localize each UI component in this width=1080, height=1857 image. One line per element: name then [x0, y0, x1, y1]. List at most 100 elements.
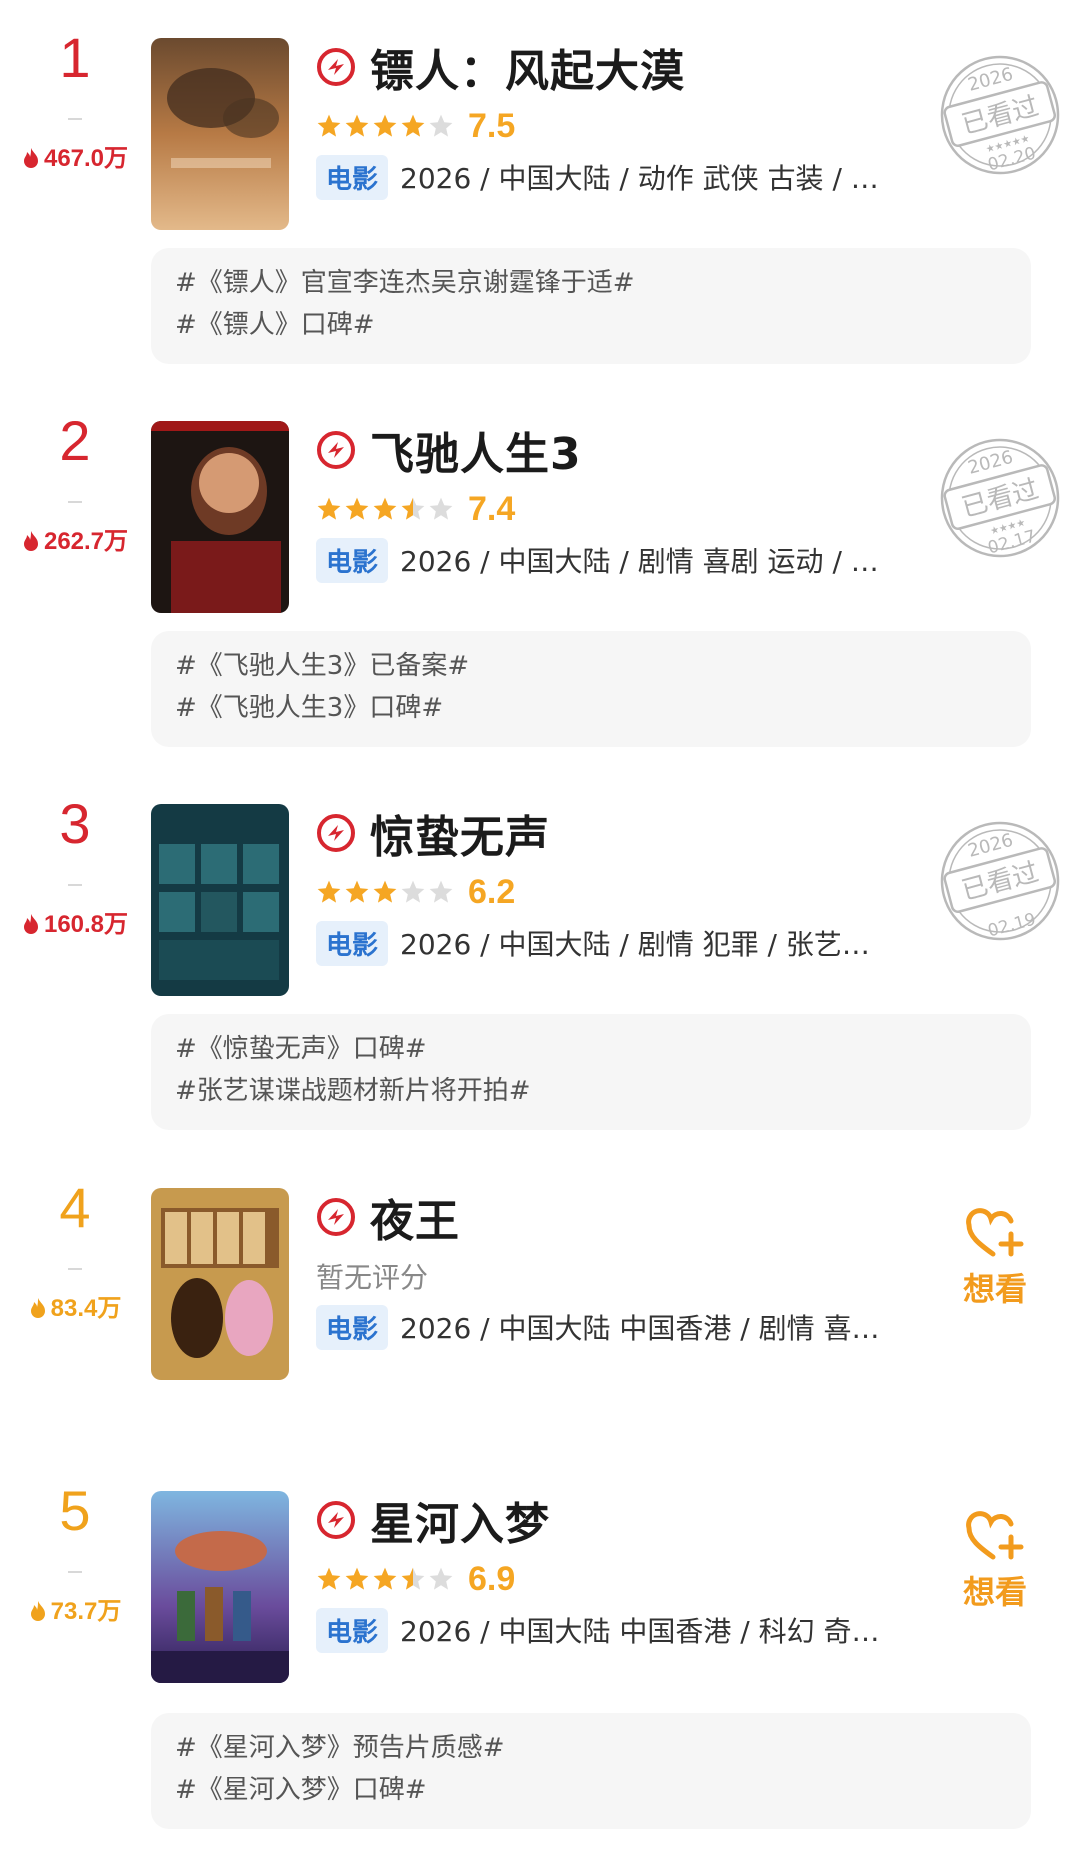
type-tag: 电影 [316, 154, 389, 200]
watched-stamp: 2026 已看过 ★★★★ 02.17 [935, 433, 1065, 563]
movie-meta: 2026 / 中国大陆 中国香港 / 剧情 喜… [400, 1312, 880, 1345]
movie-meta: 2026 / 中国大陆 中国香港 / 科幻 奇… [400, 1615, 880, 1648]
movie-poster[interactable] [151, 1188, 289, 1380]
star-rating [316, 113, 456, 139]
title-row[interactable]: 飞驰人生3 [316, 421, 582, 480]
movie-meta: 2026 / 中国大陆 / 剧情 犯罪 / 张艺… [400, 928, 870, 961]
rank-number: 2 [59, 409, 91, 472]
flame-icon [23, 914, 38, 934]
star-full-icon [317, 880, 341, 903]
topics-box: #《惊蛰无声》口碑# #张艺谋谍战题材新片将开拍# [151, 1014, 1031, 1130]
rank-number: 5 [59, 1479, 91, 1542]
title-row[interactable]: 星河入梦 [316, 1491, 550, 1550]
movie-title: 飞驰人生3 [370, 429, 582, 480]
movie-logo-icon [317, 814, 355, 852]
topic-link[interactable]: #《星河入梦》预告片质感# [175, 1727, 505, 1764]
star-half-icon [401, 1567, 425, 1590]
movie-poster[interactable] [151, 421, 289, 613]
want-label: 想看 [962, 1573, 1027, 1611]
title-row[interactable]: 夜王 [316, 1188, 460, 1247]
topic-link[interactable]: #《飞驰人生3》已备案# [175, 645, 469, 682]
score: 7.4 [468, 489, 516, 528]
star-empty-icon [429, 497, 453, 520]
movie-logo-icon [317, 431, 355, 469]
type-tag: 电影 [316, 1304, 389, 1350]
topics-box: #《镖人》官宣李连杰吴京谢霆锋于适# #《镖人》口碑# [151, 248, 1031, 364]
meta-row: 电影 2026 / 中国大陆 中国香港 / 科幻 奇… [316, 1607, 936, 1653]
score: 6.9 [468, 1559, 516, 1598]
type-tag: 电影 [316, 920, 389, 966]
rank-number: 4 [59, 1176, 91, 1239]
meta-row: 电影 2026 / 中国大陆 / 剧情 喜剧 运动 / … [316, 537, 936, 583]
topic-link[interactable]: #《飞驰人生3》口碑# [175, 687, 443, 724]
star-full-icon [317, 1567, 341, 1590]
want-label: 想看 [962, 1270, 1027, 1308]
star-full-icon [345, 1567, 369, 1590]
flame-icon [30, 1298, 45, 1318]
movie-meta: 2026 / 中国大陆 / 动作 武侠 古装 / … [400, 162, 879, 195]
heat-value: 467.0万 [0, 138, 150, 173]
star-full-icon [373, 880, 397, 903]
no-rating-text: 暂无评分 [316, 1261, 429, 1294]
movie-title: 镖人：风起大漠 [370, 46, 685, 97]
star-empty-icon [429, 114, 453, 137]
want-to-watch-button[interactable]: 想看 [945, 1511, 1045, 1613]
star-full-icon [373, 497, 397, 520]
topic-link[interactable]: #张艺谋谍战题材新片将开拍# [175, 1070, 531, 1107]
star-full-icon [317, 114, 341, 137]
movie-meta: 2026 / 中国大陆 / 剧情 喜剧 运动 / … [400, 545, 879, 578]
topics-box: #《星河入梦》预告片质感# #《星河入梦》口碑# [151, 1713, 1031, 1829]
title-row[interactable]: 镖人：风起大漠 [316, 38, 685, 97]
star-full-icon [373, 1567, 397, 1590]
topic-link[interactable]: #《星河入梦》口碑# [175, 1769, 427, 1806]
topic-link[interactable]: #《镖人》官宣李连杰吴京谢霆锋于适# [175, 262, 635, 299]
heat-value: 160.8万 [0, 904, 150, 939]
movie-poster[interactable] [151, 1491, 289, 1683]
meta-row: 电影 2026 / 中国大陆 / 剧情 犯罪 / 张艺… [316, 920, 936, 966]
rank-number: 3 [59, 792, 91, 855]
meta-row: 电影 2026 / 中国大陆 中国香港 / 剧情 喜… [316, 1304, 936, 1350]
type-tag: 电影 [316, 537, 389, 583]
star-full-icon [317, 497, 341, 520]
score: 7.5 [468, 106, 516, 145]
topics-box: #《飞驰人生3》已备案# #《飞驰人生3》口碑# [151, 631, 1031, 747]
star-full-icon [401, 114, 425, 137]
rank-divider [68, 118, 82, 120]
star-full-icon [345, 497, 369, 520]
rank-divider [68, 501, 82, 503]
star-half-icon [401, 497, 425, 520]
movie-logo-icon [317, 1501, 355, 1539]
rank-number: 1 [59, 26, 91, 89]
heat-text: 262.7万 [43, 528, 129, 555]
rating-row: 7.5 [316, 106, 515, 146]
rank-divider [68, 1571, 82, 1573]
rating-row: 暂无评分 [316, 1256, 428, 1296]
movie-poster[interactable] [151, 38, 289, 230]
star-empty-icon [429, 880, 453, 903]
heat-value: 73.7万 [0, 1591, 150, 1626]
movie-title: 星河入梦 [370, 1499, 550, 1550]
movie-logo-icon [317, 1198, 355, 1236]
heat-text: 467.0万 [43, 145, 129, 172]
movie-logo-icon [317, 48, 355, 86]
star-full-icon [345, 114, 369, 137]
watched-stamp: 2026 已看过 ★★★★★ 02.20 [935, 50, 1065, 180]
topic-link[interactable]: #《镖人》口碑# [175, 304, 375, 341]
heat-value: 83.4万 [0, 1288, 150, 1323]
star-empty-icon [429, 1567, 453, 1590]
rating-row: 6.9 [316, 1559, 515, 1599]
heat-text: 73.7万 [50, 1598, 122, 1625]
flame-icon [23, 148, 38, 168]
score: 6.2 [468, 872, 516, 911]
flame-icon [23, 531, 38, 551]
star-rating [316, 879, 456, 905]
topic-link[interactable]: #《惊蛰无声》口碑# [175, 1028, 427, 1065]
want-to-watch-button[interactable]: 想看 [945, 1208, 1045, 1310]
rank-divider [68, 884, 82, 886]
movie-poster[interactable] [151, 804, 289, 996]
title-row[interactable]: 惊蛰无声 [316, 804, 550, 863]
heat-text: 83.4万 [50, 1295, 122, 1322]
meta-row: 电影 2026 / 中国大陆 / 动作 武侠 古装 / … [316, 154, 936, 200]
star-full-icon [373, 114, 397, 137]
heart-plus-icon [966, 1511, 1024, 1560]
